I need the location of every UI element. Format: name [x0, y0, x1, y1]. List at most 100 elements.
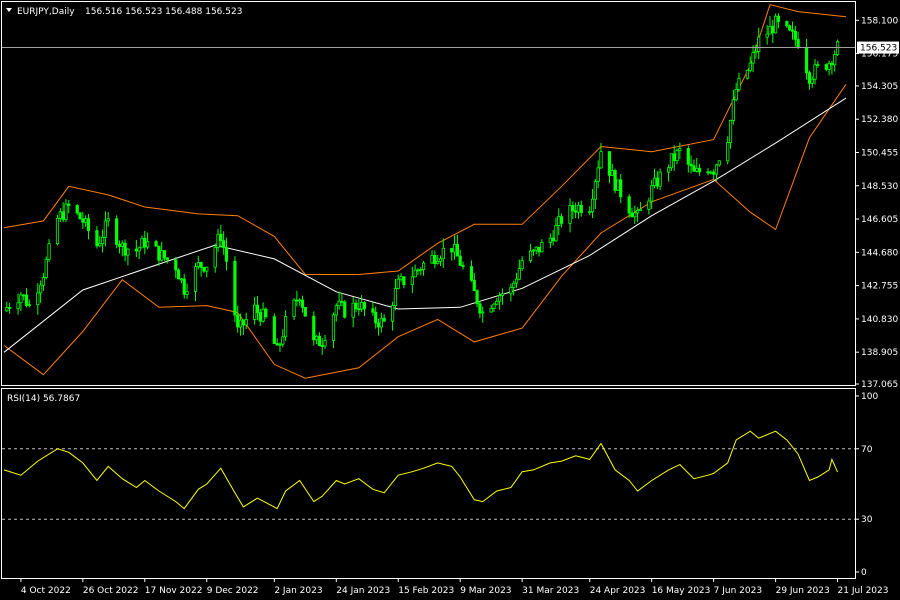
- candle-body: [391, 305, 395, 322]
- candle-body: [576, 204, 581, 213]
- candle-body: [529, 250, 533, 262]
- candle-body: [630, 212, 634, 218]
- candle-body: [162, 250, 167, 259]
- candle-body: [551, 237, 555, 242]
- candle-body: [675, 150, 679, 162]
- candle-body: [410, 276, 414, 286]
- candle-body: [728, 120, 733, 143]
- trading-chart[interactable]: 158.100156.175154.305152.380150.455148.5…: [0, 0, 900, 600]
- candle-body: [599, 151, 603, 169]
- candle-body: [5, 307, 9, 312]
- candle-body: [607, 151, 612, 176]
- candle-body: [238, 319, 243, 328]
- candle-body: [534, 246, 538, 251]
- candle-body: [655, 177, 659, 187]
- candle-body: [396, 278, 400, 289]
- candle-body: [807, 72, 811, 84]
- symbol-label: EURJPY,Daily: [17, 7, 75, 17]
- candle-body: [357, 308, 361, 311]
- candle-body: [261, 308, 265, 322]
- candle-body: [317, 335, 321, 347]
- candle-body: [75, 205, 79, 214]
- rsi-tick-label: 100: [861, 392, 878, 402]
- candle-body: [300, 299, 305, 308]
- candle-body: [452, 243, 457, 253]
- candle-body: [647, 200, 651, 210]
- candle-body: [16, 302, 20, 309]
- candle-body: [24, 294, 29, 307]
- price-tick-label: 146.605: [861, 215, 898, 225]
- candle-body: [571, 205, 575, 212]
- candle-body: [810, 78, 814, 84]
- candle-body: [351, 302, 355, 318]
- candle-body: [320, 345, 324, 348]
- candle-body: [579, 204, 583, 214]
- candle-body: [371, 308, 375, 313]
- candle-body: [737, 77, 741, 90]
- candle-body: [461, 264, 465, 267]
- candle-body: [222, 240, 226, 249]
- candle-body: [58, 211, 62, 219]
- candle-body: [272, 316, 276, 345]
- candle-body: [433, 254, 437, 264]
- candle-body: [216, 233, 220, 248]
- candle-body: [376, 322, 381, 328]
- candle-body: [450, 247, 454, 253]
- candle-body: [416, 269, 420, 272]
- candle-body: [469, 266, 474, 281]
- candle-body: [672, 153, 676, 162]
- candle-body: [734, 89, 738, 101]
- candle-body: [295, 299, 299, 302]
- candle-body: [517, 268, 521, 280]
- candle-body: [765, 33, 769, 38]
- candle-body: [236, 314, 240, 328]
- date-tick-label: 9 Dec 2022: [207, 586, 259, 596]
- candle-body: [816, 64, 820, 67]
- candle-body: [712, 171, 716, 175]
- candle-body: [548, 237, 552, 243]
- candle-body: [731, 99, 735, 121]
- candle-body: [796, 38, 800, 48]
- candle-body: [362, 302, 367, 310]
- candle-body: [298, 299, 302, 302]
- candle-body: [154, 241, 158, 247]
- candle-body: [64, 203, 68, 221]
- candle-body: [748, 62, 752, 71]
- date-tick-label: 7 Jun 2023: [714, 586, 762, 596]
- price-tick-label: 148.530: [861, 182, 898, 192]
- candle-body: [78, 212, 82, 220]
- current-price-label: 156.523: [860, 44, 897, 54]
- candle-body: [331, 314, 336, 341]
- date-tick-label: 29 Jun 2023: [776, 586, 830, 596]
- candle-body: [117, 244, 122, 247]
- candle-body: [253, 304, 257, 320]
- candle-body: [441, 247, 445, 260]
- candle-body: [773, 15, 778, 34]
- candle-body: [278, 343, 282, 346]
- candle-body: [337, 300, 341, 307]
- candle-body: [354, 302, 358, 310]
- candle-body: [751, 52, 755, 64]
- price-tick-label: 142.755: [861, 282, 898, 292]
- candle-body: [678, 148, 682, 152]
- candle-body: [492, 303, 496, 309]
- candle-body: [489, 308, 493, 313]
- candle-body: [421, 262, 426, 271]
- candle-body: [176, 269, 181, 280]
- candle-body: [233, 260, 237, 316]
- candle-body: [785, 21, 789, 27]
- candle-body: [36, 292, 40, 306]
- candle-body: [193, 266, 198, 292]
- candle-body: [303, 306, 307, 317]
- candle-body: [559, 216, 564, 224]
- candle-body: [382, 317, 386, 322]
- candle-body: [745, 69, 750, 79]
- candle-body: [475, 290, 479, 305]
- price-tick-label: 158.100: [861, 16, 898, 26]
- candle-body: [199, 262, 203, 268]
- candle-body: [213, 246, 217, 268]
- candle-body: [835, 41, 840, 55]
- candle-body: [498, 295, 502, 302]
- candle-body: [438, 258, 443, 262]
- candle-body: [123, 242, 127, 256]
